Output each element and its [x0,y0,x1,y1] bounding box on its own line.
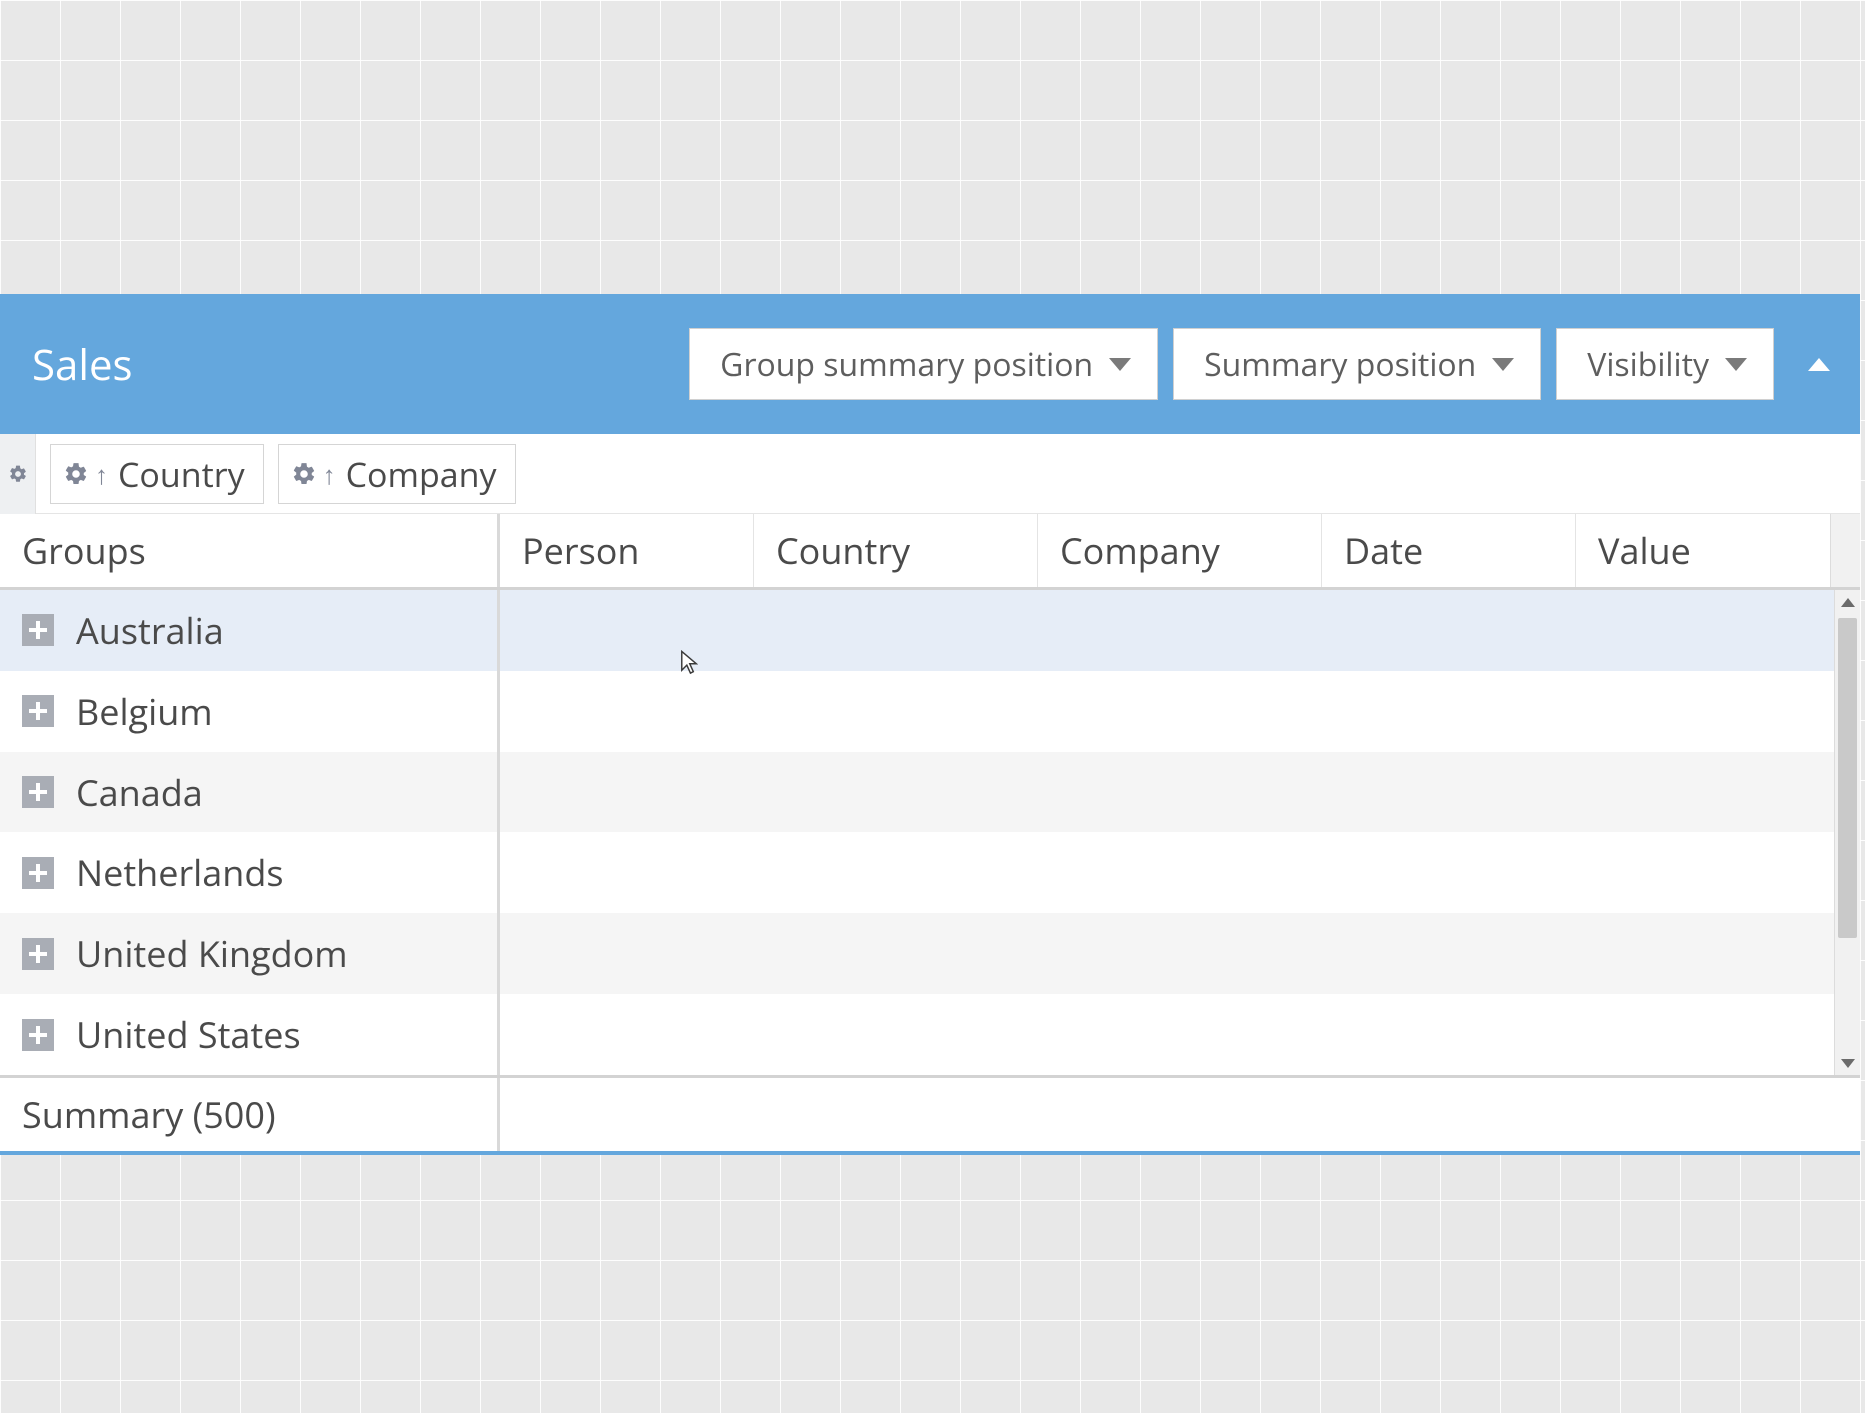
scroll-up-button[interactable] [1835,590,1860,614]
grid-body: Australia Belgium Canada [0,590,1860,1075]
group-cell[interactable]: Canada [0,752,500,833]
group-label: Canada [76,768,203,817]
gear-icon [63,461,89,487]
group-row-belgium[interactable]: Belgium [0,671,1834,752]
rows-area: Australia Belgium Canada [0,590,1834,1075]
gear-icon [291,461,317,487]
group-label: Netherlands [76,848,284,897]
group-row-rest [500,994,1834,1075]
collapse-panel-icon[interactable] [1808,358,1830,371]
chevron-down-icon [1841,1059,1855,1068]
expand-icon[interactable] [22,1019,54,1051]
group-cell[interactable]: Belgium [0,671,500,752]
group-row-australia[interactable]: Australia [0,590,1834,671]
group-row-rest [500,671,1834,752]
groupby-settings-button[interactable] [0,434,36,514]
column-header-groups[interactable]: Groups [0,514,500,587]
group-cell[interactable]: Netherlands [0,832,500,913]
chevron-down-icon [1492,358,1514,371]
chevron-down-icon [1109,358,1131,371]
group-row-canada[interactable]: Canada [0,752,1834,833]
dropdown-label: Group summary position [720,343,1093,386]
column-header-company[interactable]: Company [1038,514,1322,587]
groupby-bar: ↑ Country ↑ Company [0,434,1860,514]
group-row-rest [500,752,1834,833]
summary-label: Summary (500) [0,1078,500,1151]
dropdown-label: Summary position [1204,343,1476,386]
column-header-value[interactable]: Value [1576,514,1830,587]
column-headers: Groups Person Country Company Date Value [0,514,1860,590]
chevron-down-icon [1725,358,1747,371]
group-cell[interactable]: United States [0,994,500,1075]
chevron-up-icon [1841,598,1855,607]
expand-icon[interactable] [22,857,54,889]
expand-icon[interactable] [22,938,54,970]
group-cell[interactable]: Australia [0,590,500,671]
summary-position-dropdown[interactable]: Summary position [1173,328,1541,400]
group-summary-position-dropdown[interactable]: Group summary position [689,328,1158,400]
dropdown-label: Visibility [1587,343,1709,386]
group-label: Australia [76,606,224,655]
expand-icon[interactable] [22,776,54,808]
group-row-united-states[interactable]: United States [0,994,1834,1075]
scroll-down-button[interactable] [1835,1051,1860,1075]
visibility-dropdown[interactable]: Visibility [1556,328,1774,400]
gear-icon [8,464,28,484]
chip-label: Company [346,451,497,497]
group-label: United Kingdom [76,929,348,978]
sales-panel: Sales Group summary position Summary pos… [0,294,1860,1155]
group-row-rest [500,590,1834,671]
scrollbar-header-spacer [1830,514,1860,587]
groupby-chip-country[interactable]: ↑ Country [50,444,264,504]
summary-row: Summary (500) [0,1075,1860,1151]
chip-label: Country [118,451,245,497]
expand-icon[interactable] [22,695,54,727]
vertical-scrollbar[interactable] [1834,590,1860,1075]
scroll-thumb[interactable] [1838,618,1857,938]
column-header-date[interactable]: Date [1322,514,1576,587]
column-header-person[interactable]: Person [500,514,754,587]
sort-asc-icon: ↑ [323,461,336,487]
column-header-country[interactable]: Country [754,514,1038,587]
summary-rest [500,1078,1860,1151]
panel-header: Sales Group summary position Summary pos… [0,294,1860,434]
expand-icon[interactable] [22,614,54,646]
group-cell[interactable]: United Kingdom [0,913,500,994]
panel-title: Sales [32,336,133,393]
group-row-netherlands[interactable]: Netherlands [0,832,1834,913]
group-row-rest [500,913,1834,994]
groupby-chip-company[interactable]: ↑ Company [278,444,516,504]
group-row-rest [500,832,1834,913]
group-label: United States [76,1010,301,1059]
group-row-united-kingdom[interactable]: United Kingdom [0,913,1834,994]
sort-asc-icon: ↑ [95,461,108,487]
group-label: Belgium [76,687,213,736]
